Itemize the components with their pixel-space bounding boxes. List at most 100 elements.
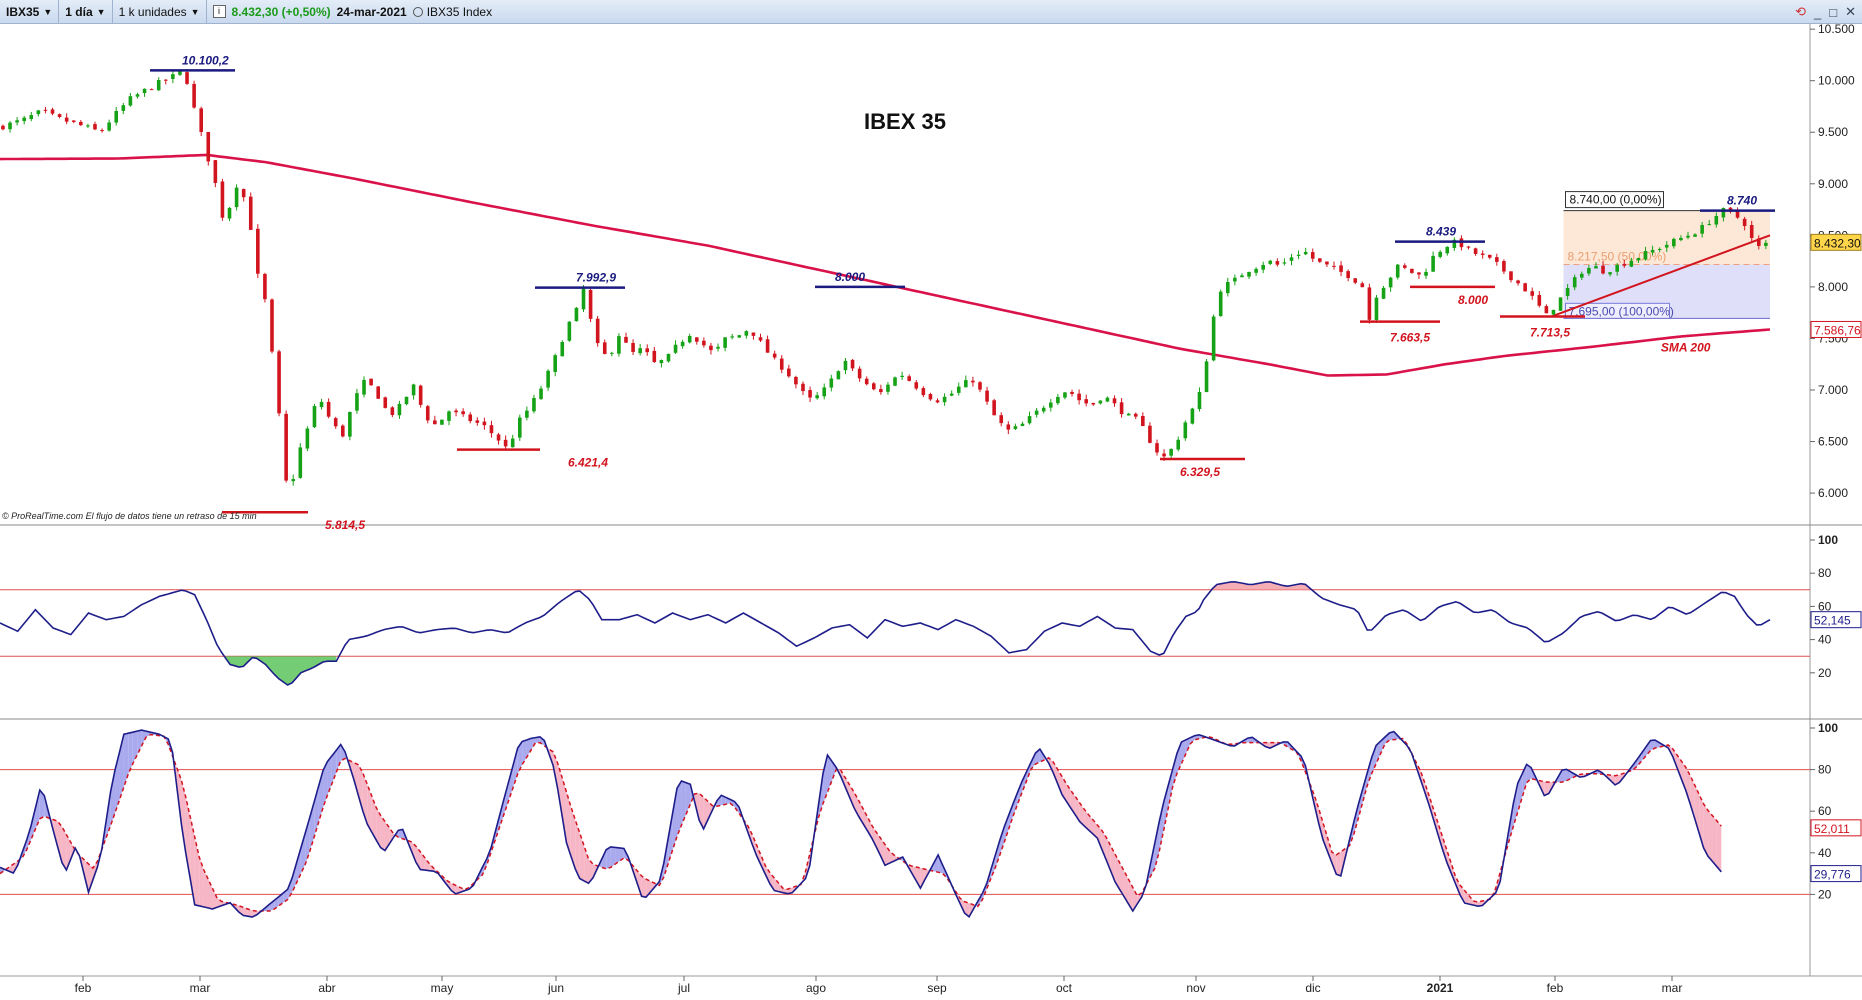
x-tick-label: dic	[1305, 981, 1320, 995]
candle-body	[489, 425, 494, 434]
candle-body	[610, 352, 614, 354]
candle-body	[15, 120, 19, 123]
candle-body	[532, 397, 536, 412]
y-tick-label: 9.500	[1818, 125, 1848, 139]
rsi-y-tick-label: 80	[1818, 566, 1832, 580]
candle-body	[390, 407, 395, 416]
candle-body	[1332, 265, 1336, 267]
units-selector[interactable]: 1 k unidades ▼	[113, 0, 207, 24]
candle-body	[1565, 288, 1570, 296]
candle-body	[1070, 391, 1074, 395]
candle-body	[553, 355, 557, 372]
candle-body	[779, 358, 784, 370]
candle-body	[539, 388, 543, 399]
candle-body	[588, 289, 593, 319]
level-label: 8.000	[1458, 293, 1488, 307]
candle-body	[1211, 316, 1216, 361]
candle-body	[171, 74, 175, 79]
candle-body	[142, 88, 147, 94]
candle-body	[79, 121, 83, 126]
candle-body	[1572, 277, 1577, 288]
candle-body	[199, 108, 203, 132]
candle-body	[1275, 261, 1280, 265]
candle-body	[1764, 242, 1768, 246]
x-tick-label: 2021	[1427, 981, 1454, 995]
candle-body	[1480, 253, 1485, 255]
candle-body	[461, 411, 465, 415]
candle-body	[1544, 306, 1549, 314]
quote-info: i 8.432,30 (+0,50%) 24-mar-2021 IBX35 In…	[207, 0, 499, 24]
info-icon[interactable]: i	[212, 5, 226, 18]
candle-body	[1155, 443, 1159, 453]
symbol-selector[interactable]: IBX35 ▼	[0, 0, 60, 24]
candle-body	[496, 434, 501, 441]
candle-body	[135, 94, 140, 97]
candle-body	[886, 384, 890, 392]
close-icon[interactable]: ✕	[1845, 4, 1856, 20]
candle-body	[1233, 277, 1237, 282]
candle-body	[602, 342, 607, 354]
x-tick-label: ago	[806, 981, 826, 995]
candle-body	[1657, 248, 1662, 250]
candle-body	[1360, 283, 1365, 288]
candle-body	[64, 117, 69, 122]
candle-body	[1367, 287, 1372, 320]
candle-body	[1395, 264, 1400, 278]
chart-title: IBEX 35	[864, 109, 946, 134]
y-tick-label: 6.500	[1818, 435, 1848, 449]
candle-body	[1240, 275, 1244, 278]
level-label: 8.740	[1727, 194, 1757, 208]
candle-body	[985, 390, 989, 402]
chevron-down-icon: ▼	[190, 6, 200, 17]
candle-body	[1318, 258, 1322, 262]
level-label: 6.421,4	[568, 456, 608, 470]
candle-body	[234, 187, 239, 208]
candle-body	[163, 79, 168, 81]
candle-body	[964, 380, 968, 388]
stoch-d-label: 52,011	[1814, 822, 1850, 836]
timeframe-selector[interactable]: 1 día ▼	[59, 0, 113, 24]
candle-body	[871, 383, 876, 390]
candle-body	[404, 396, 409, 405]
candle-body	[1615, 264, 1619, 272]
candle-body	[822, 387, 827, 397]
fib-top-label: 8.740,00 (0,00%)	[1570, 193, 1662, 207]
candle-body	[1608, 272, 1612, 275]
candle-body	[517, 417, 522, 438]
stoch-k-label: 29,776	[1814, 868, 1851, 882]
y-tick-label: 10.500	[1818, 24, 1855, 36]
candle-body	[900, 375, 904, 378]
candle-body	[1247, 271, 1251, 277]
candle-body	[1282, 262, 1287, 264]
rsi-y-tick-label: 40	[1818, 633, 1832, 647]
candle-body	[723, 337, 727, 348]
candle-body	[1749, 225, 1754, 238]
candle-body	[93, 124, 97, 130]
candle-body	[510, 438, 515, 448]
candle-body	[340, 425, 345, 437]
candle-body	[1374, 297, 1379, 320]
y-tick-label: 6.000	[1818, 486, 1848, 500]
quote-date: 24-mar-2021	[336, 4, 407, 19]
rsi-y-tick-label: 20	[1818, 666, 1832, 680]
x-tick-label: abr	[318, 981, 335, 995]
candle-body	[914, 382, 919, 389]
candle-body	[114, 110, 119, 123]
index-name: IBX35 Index	[426, 4, 493, 19]
restore-icon[interactable]: □	[1829, 5, 1837, 20]
sync-icon[interactable]: ⟲	[1795, 4, 1806, 20]
level-label: 6.329,5	[1180, 465, 1220, 479]
candle-body	[1714, 216, 1719, 225]
candle-body	[751, 332, 756, 336]
candle-body	[942, 396, 947, 403]
minimize-icon[interactable]: _	[1814, 5, 1821, 20]
candle-body	[1700, 225, 1704, 234]
candle-body	[730, 336, 734, 338]
candle-body	[666, 353, 671, 362]
candle-body	[567, 321, 572, 341]
candle-body	[1084, 399, 1088, 404]
candle-body	[1636, 258, 1641, 261]
data-feed-note: © ProRealTime.com El flujo de datos tien…	[2, 511, 257, 521]
sma-value-label: 7.586,76	[1814, 323, 1861, 337]
candle-body	[857, 368, 862, 379]
